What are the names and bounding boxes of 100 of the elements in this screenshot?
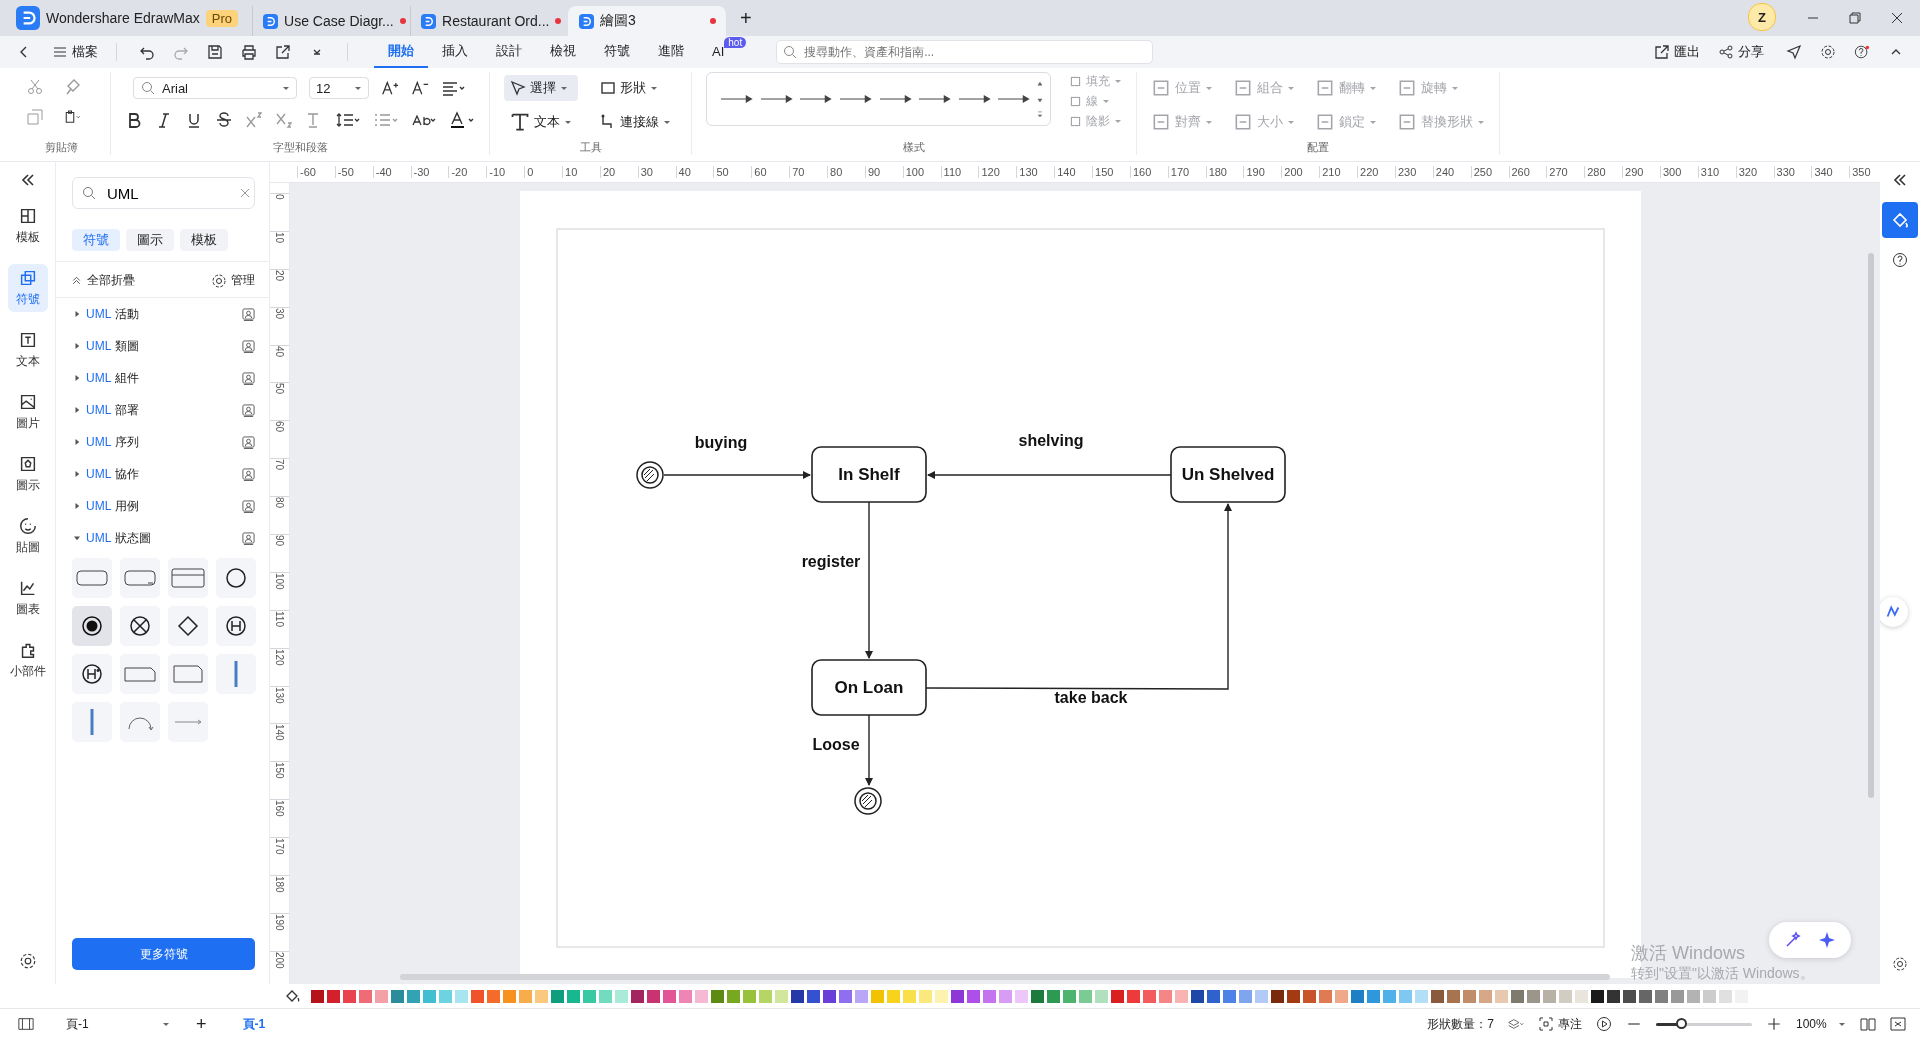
sidebar-tab[interactable]: 模板 xyxy=(7,202,48,250)
ruler-number: -20 xyxy=(448,166,487,178)
ruler-number: 0 xyxy=(524,166,562,178)
ruler-number: 10 xyxy=(562,166,600,178)
library-item[interactable]: UML 組件 xyxy=(56,362,269,394)
library-item[interactable]: UML 部署 xyxy=(56,394,269,426)
ruler-number: 50 xyxy=(713,166,752,178)
activation-hint: 转到"设置"以激活 Windows。 xyxy=(1631,965,1814,983)
share-button[interactable]: 分享 xyxy=(1718,43,1764,61)
library-item[interactable]: UML 協作 xyxy=(56,458,269,490)
ruler-number: 50 xyxy=(274,383,285,397)
library-item[interactable]: UML 類圖 xyxy=(56,330,269,362)
activation-notice: 激活 Windows xyxy=(1631,942,1746,965)
collapse-all-button[interactable]: 全部折疊 xyxy=(70,272,135,289)
sidebar-tab[interactable]: 小部件 xyxy=(7,636,48,684)
manage-button[interactable]: 管理 xyxy=(211,272,255,289)
ruler-number: -40 xyxy=(372,166,411,178)
library-item[interactable]: UML 序列 xyxy=(56,426,269,458)
library-prefix: UML xyxy=(86,307,112,321)
library-name: 用例 xyxy=(115,497,141,515)
page-dropdown[interactable]: 頁-1 xyxy=(66,1015,170,1033)
group-label: 配置 xyxy=(1307,140,1329,155)
search-input[interactable]: 搜尋動作、資產和指南... xyxy=(802,44,1148,60)
shape-tool-button[interactable]: 形狀 xyxy=(594,75,677,101)
ruler-number: 180 xyxy=(274,876,285,895)
select-tool-button[interactable]: 選擇 xyxy=(504,75,578,101)
ruler-number: 300 xyxy=(1659,166,1698,178)
font-size-dropdown[interactable]: 12 xyxy=(309,77,369,99)
ruler-number: 40 xyxy=(274,345,285,359)
ruler-number: 130 xyxy=(274,686,285,706)
ruler-number: 290 xyxy=(1622,166,1660,178)
ruler-number: 120 xyxy=(978,166,1017,178)
library-name: 活動 xyxy=(115,305,141,323)
ruler-number: 20 xyxy=(599,166,638,178)
ruler-number: 200 xyxy=(1281,166,1320,178)
ruler-number: 340 xyxy=(1811,166,1850,178)
add-page-button[interactable]: + xyxy=(196,1013,207,1035)
menu-tab[interactable]: 符號 xyxy=(590,36,644,68)
connector-tool-button[interactable]: 連接線 xyxy=(594,109,677,135)
menu-tab[interactable]: 進階 xyxy=(644,36,698,68)
sidebar-tab[interactable]: 符號 xyxy=(7,264,48,312)
sidebar-tab[interactable]: 圖表 xyxy=(7,574,48,622)
sidebar-tab[interactable]: 文本 xyxy=(7,326,48,374)
state-node[interactable]: Un Shelved xyxy=(1170,446,1286,503)
ruler-number: 110 xyxy=(274,610,285,629)
ruler-number: 350 xyxy=(1849,166,1880,178)
ruler-number: 230 xyxy=(1394,166,1433,178)
ruler-number: 270 xyxy=(1546,166,1585,178)
focus-mode-button[interactable]: 專注 xyxy=(1538,1015,1582,1033)
library-name: 序列 xyxy=(115,433,141,451)
menu-tab[interactable]: 檢視 xyxy=(536,36,590,68)
transition-label: register xyxy=(801,553,861,570)
ruler-number: 90 xyxy=(274,535,285,549)
zoom-dropdown[interactable]: 100% xyxy=(1796,1017,1846,1031)
group-label: 字型和段落 xyxy=(272,140,328,155)
group-label: 剪貼簿 xyxy=(44,140,78,155)
library-item[interactable]: UML 活動 xyxy=(56,298,269,330)
user-avatar[interactable]: Z xyxy=(1748,3,1776,31)
transition-label: Loose xyxy=(812,736,860,753)
ruler-number: 120 xyxy=(274,648,285,668)
page-tab[interactable]: 頁-1 xyxy=(242,1015,266,1033)
sidebar-tab[interactable]: 圖示 xyxy=(7,450,48,498)
document-tab[interactable]: 繪圖3 xyxy=(568,6,727,36)
library-prefix: UML xyxy=(86,403,112,417)
ruler-number: 240 xyxy=(1432,166,1471,178)
ruler-number: 310 xyxy=(1697,166,1736,178)
library-item[interactable]: UML 用例 xyxy=(56,490,269,522)
search-field[interactable]: 搜尋動作、資產和指南... xyxy=(776,40,1154,64)
library-tab[interactable]: 模板 xyxy=(180,229,228,251)
sidebar-tab[interactable]: 貼圖 xyxy=(7,512,48,560)
ruler-number: 100 xyxy=(274,572,285,592)
sidebar-tab[interactable]: 圖片 xyxy=(7,388,48,436)
ruler-number: 170 xyxy=(274,838,285,857)
ruler-number: -10 xyxy=(486,166,525,178)
text-tool-button[interactable]: 文本 xyxy=(504,109,578,135)
shape-count: 形狀數量：7 xyxy=(1427,1015,1494,1033)
library-search-field[interactable]: UML xyxy=(72,177,255,209)
transition-label: take back xyxy=(1054,689,1128,706)
ruler-number: 170 xyxy=(1167,166,1206,178)
library-tab[interactable]: 符號 xyxy=(72,229,120,251)
file-menu-button[interactable]: 檔案 xyxy=(52,43,98,61)
ruler-number: 250 xyxy=(1470,166,1509,178)
menu-tab[interactable]: 設計 xyxy=(482,36,536,68)
new-tab-button[interactable]: + xyxy=(740,7,752,30)
ruler-number: 110 xyxy=(940,166,979,178)
library-tab[interactable]: 圖示 xyxy=(126,229,174,251)
font-dropdown[interactable]: Arial xyxy=(133,77,297,99)
ruler-number: 70 xyxy=(789,166,828,178)
ruler-number: 150 xyxy=(274,762,285,782)
app-tab[interactable]: Wondershare EdrawMax Pro xyxy=(16,0,253,36)
state-node[interactable]: In Shelf xyxy=(811,446,927,503)
library-item[interactable]: UML 狀态圖 xyxy=(56,522,269,554)
ruler-number: 260 xyxy=(1508,166,1547,178)
ruler-number: 60 xyxy=(274,421,285,435)
more-symbols-button[interactable]: 更多符號 xyxy=(72,938,255,970)
menu-tab[interactable]: 開始 xyxy=(374,36,428,68)
state-node[interactable]: On Loan xyxy=(811,659,927,716)
ruler-number: 130 xyxy=(1016,166,1055,178)
menu-tab[interactable]: 插入 xyxy=(428,36,482,68)
export-button[interactable]: 匯出 xyxy=(1654,43,1700,61)
